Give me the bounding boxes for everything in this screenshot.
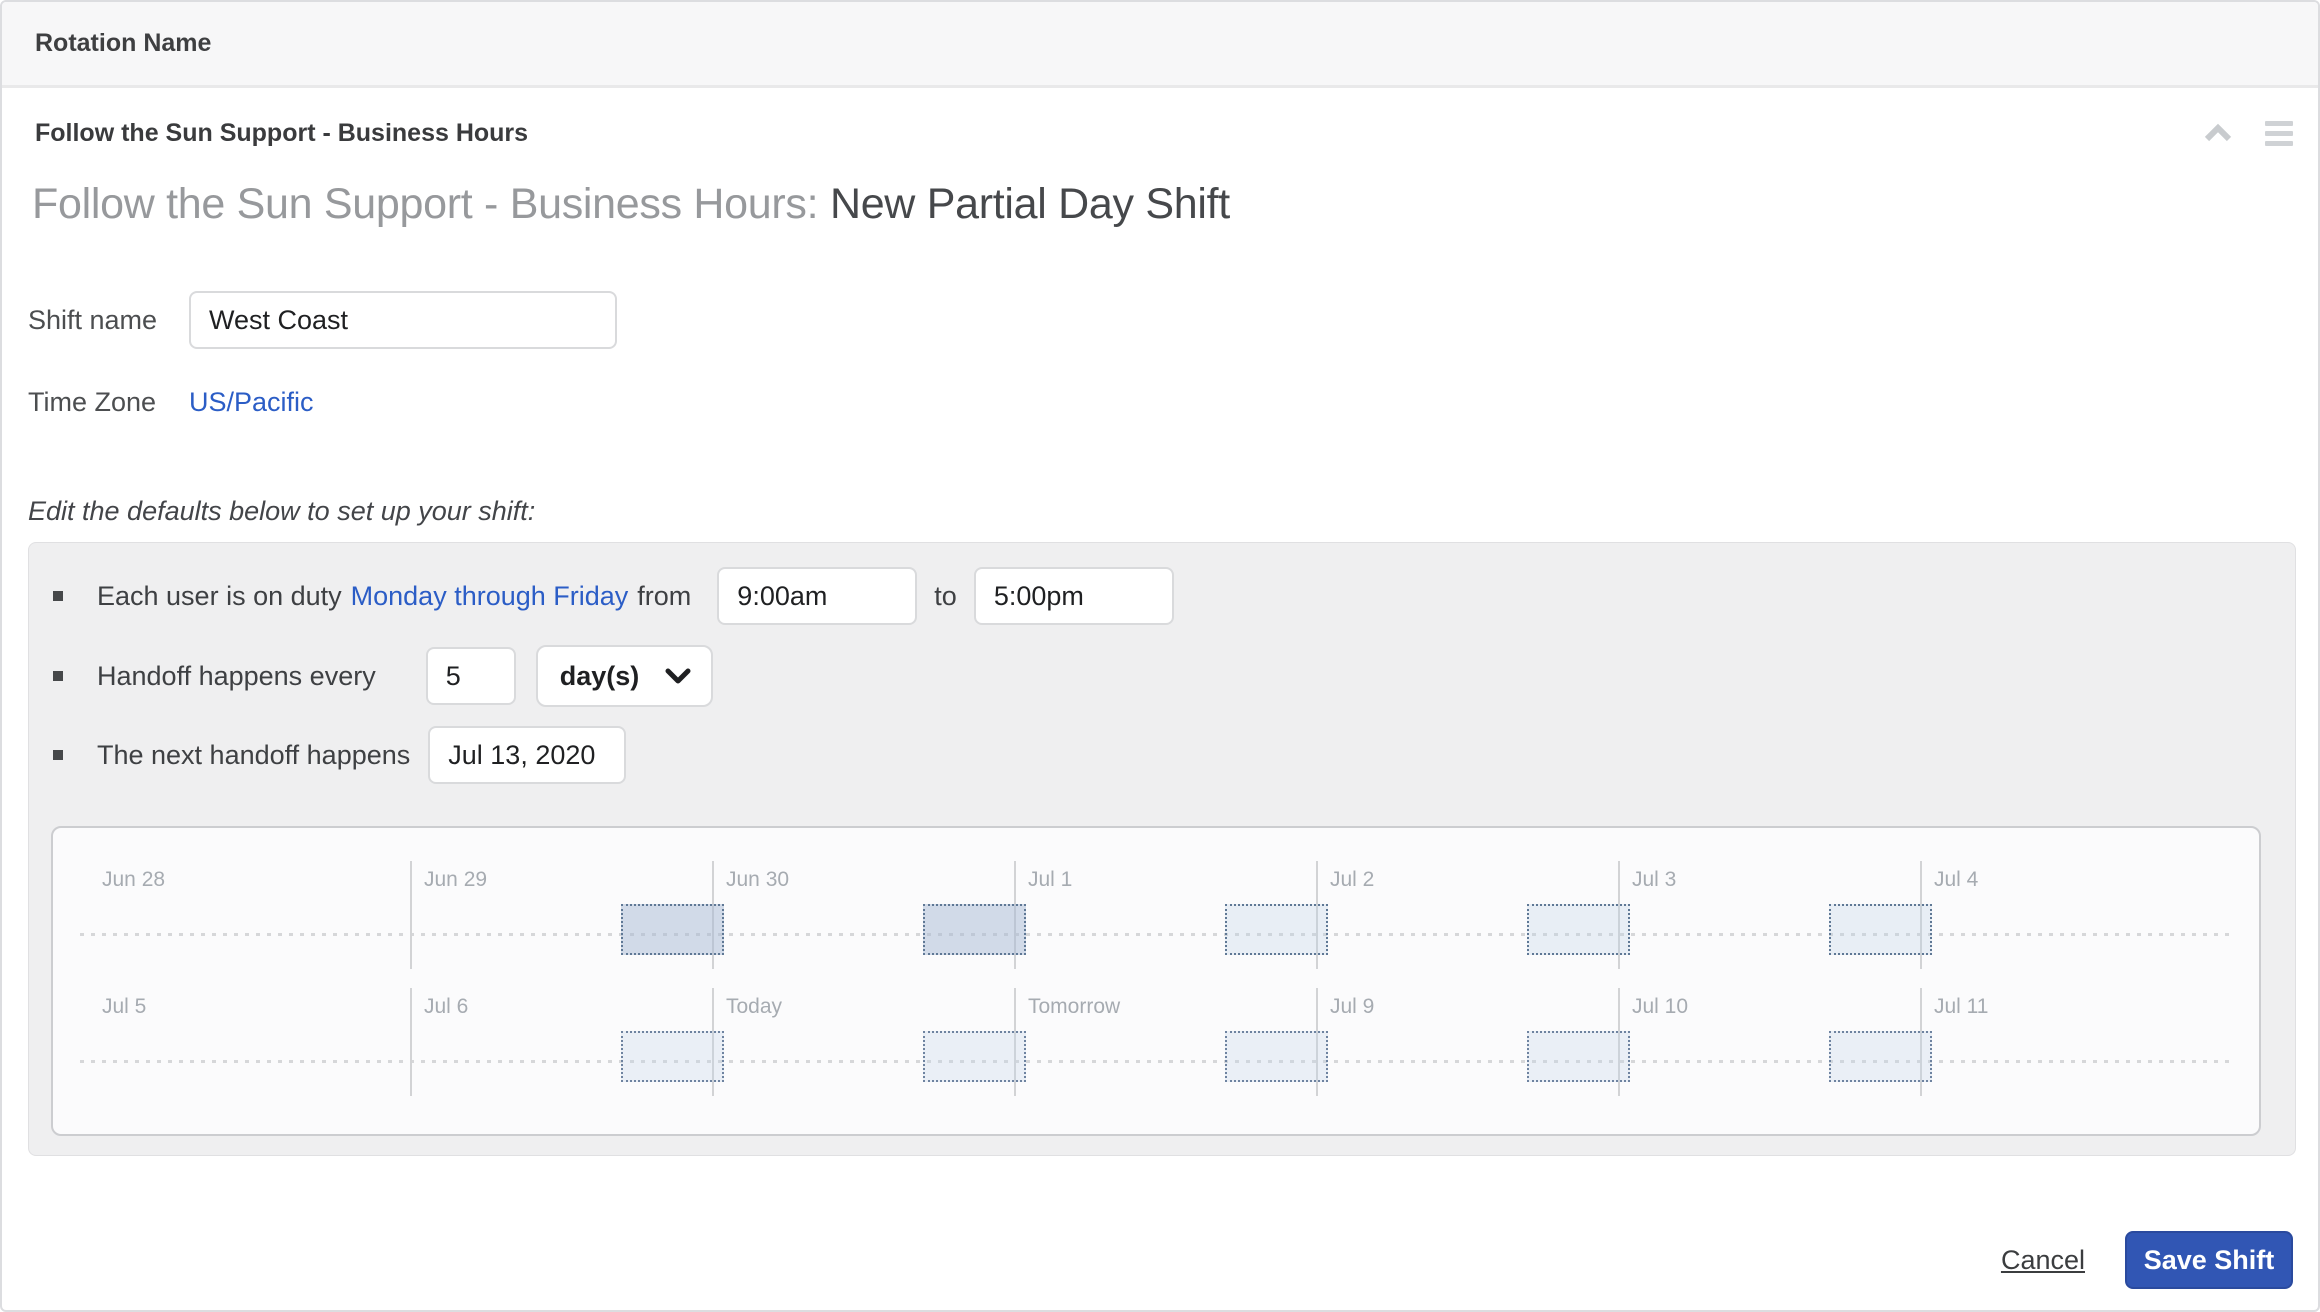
- timezone-row: Time Zone US/Pacific: [28, 373, 314, 431]
- shift-end-time-input[interactable]: [973, 567, 1174, 625]
- shift-block[interactable]: [923, 904, 1026, 955]
- timeline-day-label: Jul 11: [1934, 995, 1989, 1018]
- shift-block[interactable]: [1829, 904, 1932, 955]
- timeline-day-label: Jul 9: [1330, 995, 1375, 1018]
- timeline-day-label: Jun 30: [726, 868, 790, 891]
- handoff-rule-label: Handoff happens every: [97, 660, 376, 691]
- timeline-day-label: Jun 28: [102, 868, 166, 891]
- bullet-icon: [53, 591, 63, 601]
- rotation-card-header: Follow the Sun Support - Business Hours: [35, 112, 2293, 154]
- shift-block[interactable]: [1225, 1031, 1328, 1082]
- timeline-day-label: Jul 2: [1330, 868, 1375, 891]
- timeline-day-label: Jul 3: [1632, 868, 1677, 891]
- shift-name-row: Shift name: [28, 291, 617, 349]
- timeline-day-label: Jul 5: [102, 995, 147, 1018]
- rotation-name-header-label: Rotation Name: [35, 29, 212, 57]
- timeline-day-label: Today: [726, 995, 783, 1018]
- chevron-up-icon[interactable]: [2203, 122, 2233, 144]
- timeline-day-divider: [410, 861, 412, 969]
- shift-block[interactable]: [923, 1031, 1026, 1082]
- page-title: Follow the Sun Support - Business Hours:…: [32, 180, 1230, 229]
- timeline-day-label: Jul 10: [1632, 995, 1689, 1018]
- save-shift-button[interactable]: Save Shift: [2125, 1231, 2293, 1289]
- shift-start-time-input[interactable]: [717, 567, 918, 625]
- timeline-day-label: Tomorrow: [1028, 995, 1121, 1018]
- shift-block[interactable]: [1829, 1031, 1932, 1082]
- timeline-day-label: Jul 1: [1028, 868, 1073, 891]
- next-handoff-rule-row: The next handoff happens: [53, 725, 627, 785]
- hamburger-menu-icon[interactable]: [2265, 120, 2293, 146]
- handoff-interval-input[interactable]: [425, 647, 516, 705]
- next-handoff-label: The next handoff happens: [97, 739, 411, 770]
- handoff-unit-value: day(s): [559, 660, 640, 691]
- shift-name-label: Shift name: [28, 304, 158, 335]
- chevron-down-icon: [665, 668, 691, 684]
- bullet-icon: [53, 750, 63, 760]
- timeline-day-label: Jul 4: [1934, 868, 1979, 891]
- rotation-header-actions: [2203, 120, 2293, 146]
- handoff-interval-rule-row: Handoff happens every day(s): [53, 645, 714, 707]
- timezone-label: Time Zone: [28, 386, 157, 417]
- edit-defaults-hint: Edit the defaults below to set up your s…: [28, 496, 536, 526]
- timeline-day-label: Jul 6: [424, 995, 469, 1018]
- rotation-name-header: Rotation Name: [2, 2, 2318, 88]
- timeline-day-label: Jun 29: [424, 868, 488, 891]
- shift-name-input[interactable]: [189, 291, 617, 349]
- bullet-icon: [53, 671, 63, 681]
- shift-defaults-panel: Each user is on duty Monday through Frid…: [28, 542, 2296, 1156]
- shift-block[interactable]: [621, 904, 724, 955]
- timezone-link[interactable]: US/Pacific: [189, 387, 314, 418]
- shift-block[interactable]: [1225, 904, 1328, 955]
- shift-preview-timeline: Jun 28 Jun 29 Jun 30 Jul 1 Jul 2 Jul 3 Jul 4 Ju…: [51, 826, 2261, 1136]
- shift-block[interactable]: [1527, 1031, 1630, 1082]
- duty-rule-from-word: from: [637, 580, 692, 611]
- duty-rule-to-word: to: [934, 580, 957, 611]
- next-handoff-date-input[interactable]: [428, 726, 627, 784]
- page-title-rotation-part: Follow the Sun Support - Business Hours:: [32, 180, 819, 228]
- rotation-title: Follow the Sun Support - Business Hours: [35, 118, 529, 147]
- shift-block[interactable]: [621, 1031, 724, 1082]
- cancel-button[interactable]: Cancel: [2001, 1245, 2085, 1276]
- duty-days-rule-row: Each user is on duty Monday through Frid…: [53, 567, 1174, 625]
- timeline-day-divider: [410, 988, 412, 1096]
- shift-block[interactable]: [1527, 904, 1630, 955]
- duty-rule-prefix: Each user is on duty: [97, 580, 342, 611]
- rotation-shift-editor: Rotation Name Follow the Sun Support - B…: [0, 0, 2320, 1312]
- duty-days-link[interactable]: Monday through Friday: [351, 581, 629, 612]
- handoff-unit-select[interactable]: day(s): [535, 645, 714, 707]
- page-title-shift-part: New Partial Day Shift: [829, 180, 1230, 228]
